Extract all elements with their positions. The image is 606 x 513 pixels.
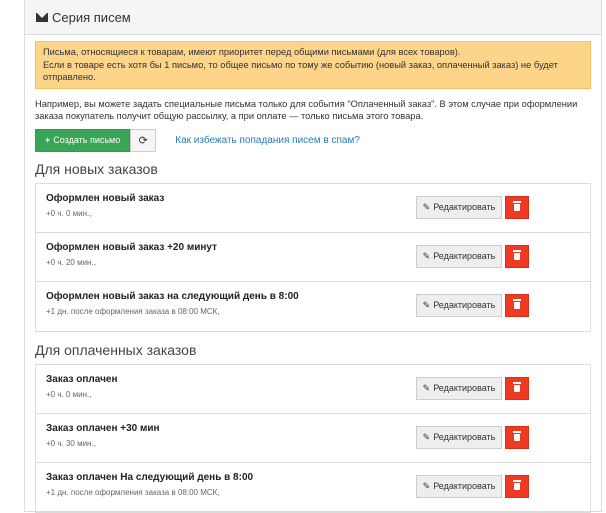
letter-delay: +1 дн. после оформления заказа в 08:00 М… <box>46 306 220 316</box>
letter-list: Оформлен новый заказ +0 ч. 0 мин., ✎ Реда… <box>35 182 591 332</box>
delete-button[interactable] <box>505 195 529 219</box>
create-letter-button[interactable]: + Создать письмо <box>35 128 131 152</box>
letter-title: Оформлен новый заказ +20 минут <box>46 241 217 253</box>
list-item: Оформлен новый заказ +20 минут +0 ч. 20 … <box>36 233 590 282</box>
edit-button[interactable]: ✎ Редактировать <box>416 244 502 268</box>
edit-label: Редактировать <box>433 432 496 442</box>
letter-delay: +1 дн. после оформления заказа в 08:00 М… <box>46 487 220 497</box>
letter-title: Оформлен новый заказ на следующий день в… <box>46 290 299 302</box>
edit-icon: ✎ <box>422 201 431 212</box>
letter-title: Заказ оплачен На следующий день в 8:00 <box>46 471 254 483</box>
letter-title: Заказ оплачен +30 мин <box>46 422 160 434</box>
plus-icon: + <box>45 135 51 145</box>
trash-icon <box>513 249 521 260</box>
edit-label: Редактировать <box>433 300 496 310</box>
list-item: Оформлен новый заказ +0 ч. 0 мин., ✎ Реда… <box>36 184 590 233</box>
edit-icon: ✎ <box>422 480 431 491</box>
edit-icon: ✎ <box>422 299 431 310</box>
edit-button[interactable]: ✎ Редактировать <box>416 195 502 219</box>
panel-body: Письма, относящиеся к товарам, имеют при… <box>25 35 601 513</box>
trash-icon <box>513 430 521 441</box>
trash-icon <box>513 479 521 490</box>
letter-series-panel: Серия писем Письма, относящиеся к товара… <box>24 0 602 513</box>
create-letter-label: Создать письмо <box>53 135 121 145</box>
letter-delay: +0 ч. 0 мин., <box>46 208 92 218</box>
panel-header: Серия писем <box>25 0 601 35</box>
actions-bar: + Создать письмо ⟳ Как избежать попадани… <box>35 128 591 152</box>
trash-icon <box>513 298 521 309</box>
section-new-orders: Для новых заказов Оформлен новый заказ +… <box>35 161 591 332</box>
letter-title: Заказ оплачен <box>46 373 118 385</box>
spam-help-link[interactable]: Как избежать попадания писем в спам? <box>175 135 360 146</box>
edit-label: Редактировать <box>433 251 496 261</box>
delete-button[interactable] <box>505 474 529 498</box>
list-item: Оформлен новый заказ на следующий день в… <box>36 282 590 331</box>
delete-button[interactable] <box>505 425 529 449</box>
section-title: Для новых заказов <box>35 160 158 177</box>
letter-delay: +0 ч. 30 мин., <box>46 438 96 448</box>
edit-label: Редактировать <box>433 481 496 491</box>
trash-icon <box>513 200 521 211</box>
alert-line-2: Если в товаре есть хотя бы 1 письмо, то … <box>43 59 558 83</box>
envelope-icon <box>36 12 48 22</box>
example-note: Например, вы можете задать специальные п… <box>35 98 578 122</box>
list-item: Заказ оплачен На следующий день в 8:00 +… <box>36 463 590 512</box>
priority-alert: Письма, относящиеся к товарам, имеют при… <box>35 41 591 89</box>
alert-line-1: Письма, относящиеся к товарам, имеют при… <box>43 47 461 57</box>
edit-icon: ✎ <box>422 250 431 261</box>
panel-title: Серия писем <box>52 9 131 25</box>
letter-title: Оформлен новый заказ <box>46 192 165 204</box>
list-item: Заказ оплачен +0 ч. 0 мин., ✎ Редактирова… <box>36 365 590 414</box>
trash-icon <box>513 381 521 392</box>
edit-label: Редактировать <box>433 383 496 393</box>
edit-button[interactable]: ✎ Редактировать <box>416 474 502 498</box>
letter-delay: +0 ч. 0 мин., <box>46 389 92 399</box>
edit-button[interactable]: ✎ Редактировать <box>416 376 502 400</box>
refresh-icon: ⟳ <box>138 134 148 147</box>
section-paid-orders: Для оплаченных заказов Заказ оплачен +0 … <box>35 342 591 513</box>
refresh-button[interactable]: ⟳ <box>130 128 157 152</box>
edit-button[interactable]: ✎ Редактировать <box>416 425 502 449</box>
delete-button[interactable] <box>505 376 529 400</box>
edit-icon: ✎ <box>422 382 431 393</box>
delete-button[interactable] <box>505 293 529 317</box>
list-item: Заказ оплачен +30 мин +0 ч. 30 мин., ✎ Ре… <box>36 414 590 463</box>
edit-icon: ✎ <box>422 431 431 442</box>
delete-button[interactable] <box>505 244 529 268</box>
edit-button[interactable]: ✎ Редактировать <box>416 293 502 317</box>
section-title: Для оплаченных заказов <box>35 341 197 358</box>
edit-label: Редактировать <box>433 202 496 212</box>
letter-list: Заказ оплачен +0 ч. 0 мин., ✎ Редактирова… <box>35 363 591 513</box>
letter-delay: +0 ч. 20 мин., <box>46 257 96 267</box>
